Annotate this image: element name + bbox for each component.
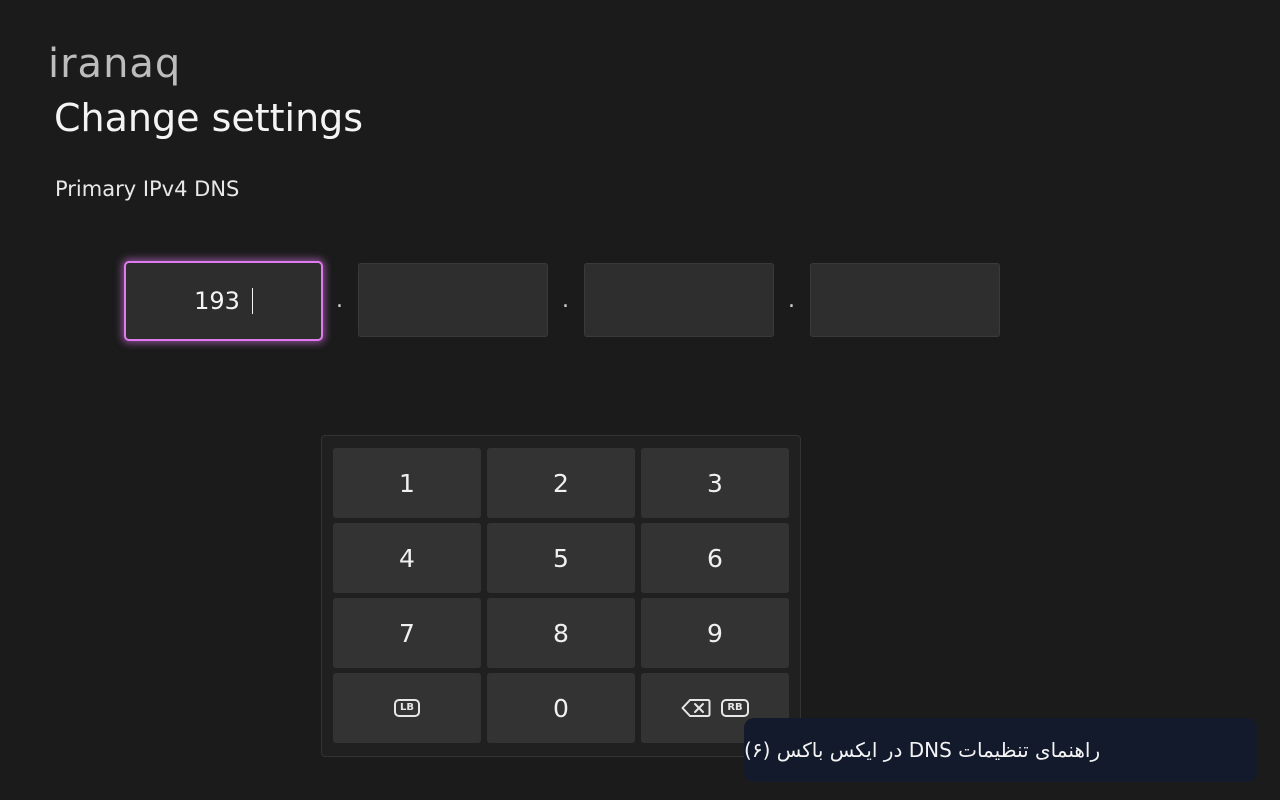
key-lb[interactable]: LB — [333, 673, 481, 743]
key-9[interactable]: 9 — [641, 598, 789, 668]
octet-value-1: 193 — [194, 287, 240, 315]
caption-text: راهنمای تنظیمات DNS در ایکس باکس (۶) — [744, 738, 1101, 762]
page-title: Change settings — [54, 96, 364, 140]
key-2[interactable]: 2 — [487, 448, 635, 518]
lb-bumper-icon: LB — [394, 699, 420, 717]
octet-separator: . — [788, 288, 795, 313]
backspace-icon — [681, 699, 711, 717]
key-5[interactable]: 5 — [487, 523, 635, 593]
octet-field-1[interactable]: 193 — [124, 261, 323, 341]
text-caret — [251, 288, 253, 314]
key-0[interactable]: 0 — [487, 673, 635, 743]
numeric-keypad: 1 2 3 4 5 6 7 8 9 LB 0 RB — [321, 435, 801, 757]
octet-separator: . — [562, 288, 569, 313]
key-3[interactable]: 3 — [641, 448, 789, 518]
key-7[interactable]: 7 — [333, 598, 481, 668]
key-8[interactable]: 8 — [487, 598, 635, 668]
key-4[interactable]: 4 — [333, 523, 481, 593]
octet-field-2[interactable] — [358, 263, 548, 337]
octet-field-3[interactable] — [584, 263, 774, 337]
rb-bumper-icon: RB — [721, 699, 749, 717]
brand-logo: iranaq — [48, 41, 182, 87]
field-label: Primary IPv4 DNS — [55, 177, 240, 201]
key-6[interactable]: 6 — [641, 523, 789, 593]
octet-field-4[interactable] — [810, 263, 1000, 337]
key-1[interactable]: 1 — [333, 448, 481, 518]
dns-settings-screen: iranaq Change settings Primary IPv4 DNS … — [0, 0, 1280, 800]
backspace-group: RB — [681, 698, 749, 718]
caption-banner: راهنمای تنظیمات DNS در ایکس باکس (۶) — [744, 718, 1257, 782]
octet-separator: . — [336, 288, 343, 313]
